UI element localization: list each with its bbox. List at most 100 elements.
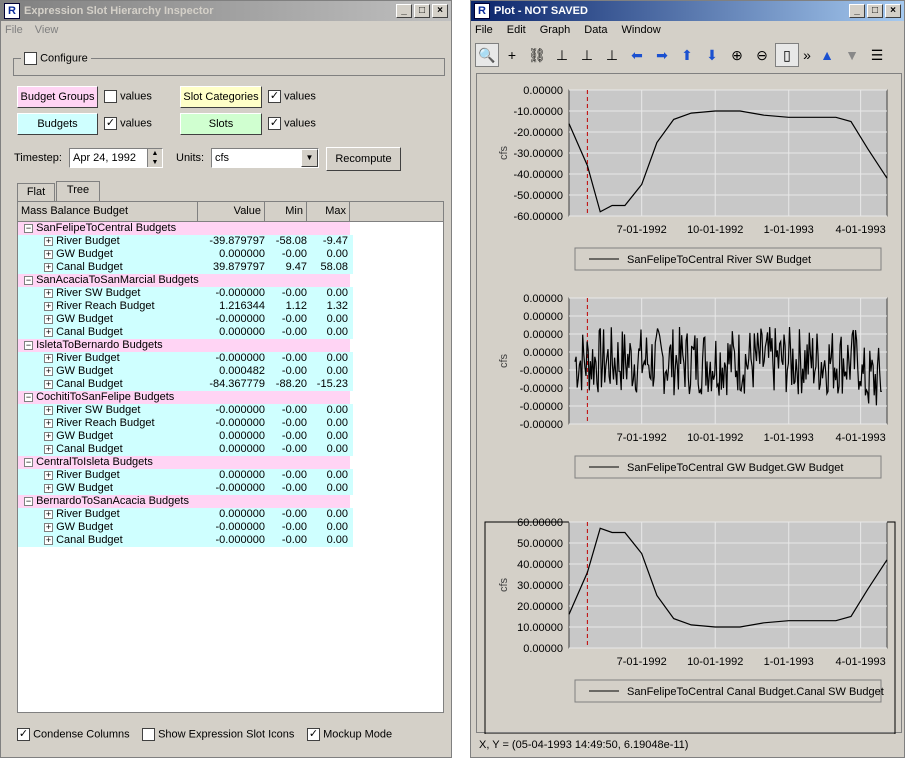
tree-item-row[interactable]: + Canal Budget 0.000000 -0.00 0.00: [18, 443, 353, 456]
condense-columns-option[interactable]: ✓ Condense Columns: [17, 728, 130, 741]
expand-icon[interactable]: +: [44, 353, 53, 363]
expand-icon[interactable]: +: [44, 509, 53, 519]
tree-item-row[interactable]: + GW Budget -0.000000 -0.00 0.00: [18, 521, 353, 534]
plot-minimize-button[interactable]: _: [849, 4, 865, 18]
budgets-button[interactable]: Budgets: [17, 113, 98, 135]
condense-columns-checkbox[interactable]: ✓: [17, 728, 30, 741]
page-layout-icon[interactable]: ▯: [775, 43, 799, 67]
minimize-button[interactable]: _: [396, 4, 412, 18]
expand-icon[interactable]: +: [44, 483, 53, 493]
tree-item-row[interactable]: + River Budget -39.879797 -58.08 -9.47: [18, 235, 353, 248]
arrow-down-icon[interactable]: ⬇: [700, 43, 724, 67]
col-min[interactable]: Min: [265, 202, 307, 221]
plot-menu-data[interactable]: Data: [584, 24, 607, 36]
tree-group-row[interactable]: − CochitiToSanFelipe Budgets: [18, 391, 443, 404]
plot-panel-1[interactable]: 0.00000 0.00000 0.00000 0.00000 -0.00000 -0.0…: [498, 293, 888, 479]
collapse-icon[interactable]: −: [24, 223, 33, 233]
expand-icon[interactable]: +: [44, 522, 53, 532]
tree-item-row[interactable]: + River Budget 0.000000 -0.00 0.00: [18, 508, 353, 521]
plot-menu-edit[interactable]: Edit: [507, 24, 526, 36]
expand-icon[interactable]: +: [44, 262, 53, 272]
budget-groups-values-checkbox[interactable]: [104, 90, 117, 103]
plot-panel-2[interactable]: 60.00000 50.00000 40.00000 30.00000 20.00000…: [484, 517, 896, 735]
move-up-icon[interactable]: ▲: [815, 43, 839, 67]
tree-item-row[interactable]: + Canal Budget 39.879797 9.47 58.08: [18, 261, 353, 274]
list-icon[interactable]: ☰: [865, 43, 889, 67]
expand-icon[interactable]: +: [44, 301, 53, 311]
plot-menu-graph[interactable]: Graph: [540, 24, 571, 36]
expand-icon[interactable]: +: [44, 418, 53, 428]
tree-item-row[interactable]: + River Reach Budget 1.216344 1.12 1.32: [18, 300, 353, 313]
configure-checkbox-wrap[interactable]: Configure: [21, 52, 91, 65]
slots-button[interactable]: Slots: [180, 113, 262, 135]
slot-categories-values[interactable]: ✓ values: [268, 90, 316, 103]
expand-icon[interactable]: +: [44, 405, 53, 415]
axis-scale-icon[interactable]: ⊥: [600, 43, 624, 67]
expand-icon[interactable]: +: [44, 444, 53, 454]
zoom-out-icon[interactable]: ⊖: [750, 43, 774, 67]
tree-item-row[interactable]: + GW Budget -0.000000 -0.00 0.00: [18, 313, 353, 326]
plot-menu-window[interactable]: Window: [622, 24, 661, 36]
expand-icon[interactable]: +: [44, 535, 53, 545]
expand-icon[interactable]: +: [44, 236, 53, 246]
expand-icon[interactable]: +: [44, 327, 53, 337]
more-icon[interactable]: »: [800, 43, 814, 67]
tree-group-row[interactable]: − IsletaToBernardo Budgets: [18, 339, 443, 352]
axis-right-icon[interactable]: ⊥: [575, 43, 599, 67]
col-max[interactable]: Max: [307, 202, 350, 221]
tree-item-row[interactable]: + River Budget -0.000000 -0.00 0.00: [18, 352, 353, 365]
tree-item-row[interactable]: + River Reach Budget -0.000000 -0.00 0.0…: [18, 417, 353, 430]
units-dropdown-icon[interactable]: ▼: [301, 149, 318, 167]
close-button[interactable]: ×: [432, 4, 448, 18]
collapse-icon[interactable]: −: [24, 392, 33, 402]
menu-file[interactable]: File: [5, 24, 23, 36]
tree-group-row[interactable]: − BernardoToSanAcacia Budgets: [18, 495, 443, 508]
slot-categories-values-checkbox[interactable]: ✓: [268, 90, 281, 103]
expand-icon[interactable]: +: [44, 249, 53, 259]
zoom-select-icon[interactable]: 🔍: [475, 43, 499, 67]
tab-tree[interactable]: Tree: [56, 181, 100, 201]
mockup-mode-option[interactable]: ✓ Mockup Mode: [307, 728, 392, 741]
tree-item-row[interactable]: + GW Budget 0.000000 -0.00 0.00: [18, 430, 353, 443]
mockup-mode-checkbox[interactable]: ✓: [307, 728, 320, 741]
arrow-left-icon[interactable]: ⬅: [625, 43, 649, 67]
slot-categories-button[interactable]: Slot Categories: [180, 86, 262, 108]
tab-flat[interactable]: Flat: [17, 183, 55, 201]
tree-group-row[interactable]: − CentralToIsleta Budgets: [18, 456, 443, 469]
budget-groups-button[interactable]: Budget Groups: [17, 86, 98, 108]
inspector-titlebar[interactable]: R Expression Slot Hierarchy Inspector _ …: [1, 1, 451, 21]
expand-icon[interactable]: +: [44, 314, 53, 324]
arrow-up-icon[interactable]: ⬆: [675, 43, 699, 67]
col-mass-balance-budget[interactable]: Mass Balance Budget: [18, 202, 198, 221]
crosshair-icon[interactable]: +: [500, 43, 524, 67]
expand-icon[interactable]: +: [44, 366, 53, 376]
show-icons-option[interactable]: Show Expression Slot Icons: [142, 728, 294, 741]
slots-values[interactable]: ✓ values: [268, 117, 316, 130]
budgets-values[interactable]: ✓ values: [104, 117, 152, 130]
plot-panel-0[interactable]: 0.00000 -10.00000 -20.00000 -30.00000 -40.00…: [498, 85, 888, 271]
tree-item-row[interactable]: + Canal Budget -0.000000 -0.00 0.00: [18, 534, 353, 547]
tree-item-row[interactable]: + River SW Budget -0.000000 -0.00 0.00: [18, 287, 353, 300]
move-down-icon[interactable]: ▼: [840, 43, 864, 67]
tree-item-row[interactable]: + Canal Budget 0.000000 -0.00 0.00: [18, 326, 353, 339]
collapse-icon[interactable]: −: [24, 340, 33, 350]
tree-item-row[interactable]: + GW Budget 0.000482 -0.00 0.00: [18, 365, 353, 378]
link-icon[interactable]: ⛓: [525, 43, 549, 67]
collapse-icon[interactable]: −: [24, 457, 33, 467]
zoom-in-icon[interactable]: ⊕: [725, 43, 749, 67]
collapse-icon[interactable]: −: [24, 496, 33, 506]
expand-icon[interactable]: +: [44, 288, 53, 298]
tree-group-row[interactable]: − SanFelipeToCentral Budgets: [18, 222, 443, 235]
tree-item-row[interactable]: + GW Budget 0.000000 -0.00 0.00: [18, 248, 353, 261]
plot-menu-file[interactable]: File: [475, 24, 493, 36]
recompute-button[interactable]: Recompute: [326, 147, 401, 171]
maximize-button[interactable]: □: [414, 4, 430, 18]
expand-icon[interactable]: +: [44, 431, 53, 441]
slots-values-checkbox[interactable]: ✓: [268, 117, 281, 130]
tree-group-row[interactable]: − SanAcaciaToSanMarcial Budgets: [18, 274, 443, 287]
tree-item-row[interactable]: + River Budget 0.000000 -0.00 0.00: [18, 469, 353, 482]
configure-checkbox[interactable]: [24, 52, 37, 65]
col-value[interactable]: Value: [198, 202, 265, 221]
show-icons-checkbox[interactable]: [142, 728, 155, 741]
menu-view[interactable]: View: [35, 24, 59, 36]
